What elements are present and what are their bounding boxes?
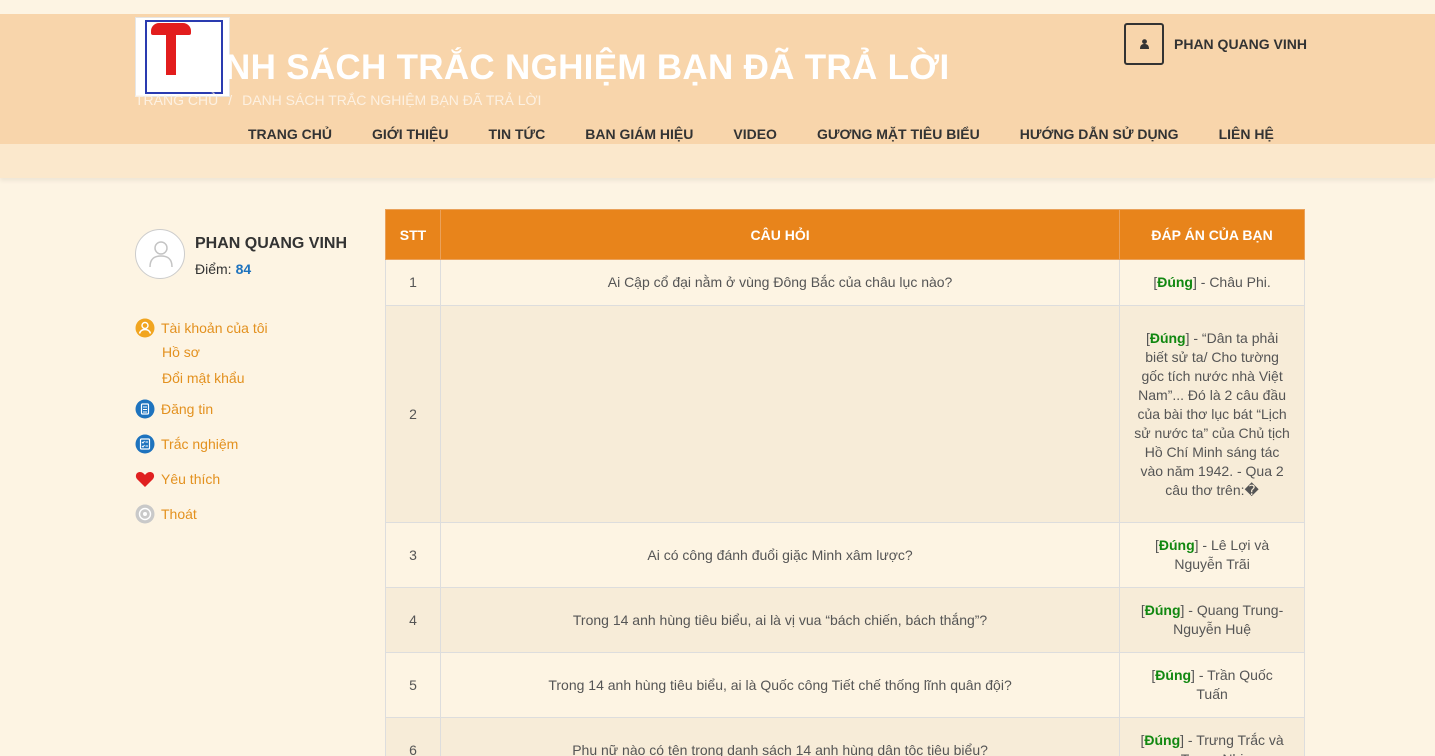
cell-answer: [Đúng] - Trưng Trắc và Trưng Nhị <box>1119 717 1305 756</box>
nav-item-guide[interactable]: HƯỚNG DẪN SỬ DỤNG <box>1020 126 1179 142</box>
avatar-icon <box>149 241 173 267</box>
cell-question: Phụ nữ nào có tên trong danh sách 14 anh… <box>439 717 1121 756</box>
sidebar-user-name: PHAN QUANG VINH <box>195 235 348 252</box>
header: NH SÁCH TRẮC NGHIỆM BẠN ĐÃ TRẢ LỜI TRANG… <box>0 14 1435 144</box>
answer-text: - Trần Quốc Tuấn <box>1194 667 1273 702</box>
cell-stt: 6 <box>385 717 441 756</box>
quiz-answers-table: STT CÂU HỎI ĐÁP ÁN CỦA BẠN 1 Ai Cập cổ đ… <box>385 209 1305 756</box>
header-sub-band <box>0 144 1435 178</box>
sidebar-item-post-label: Đăng tin <box>161 401 214 417</box>
table-row: 5 Trong 14 anh hùng tiêu biểu, ai là Quố… <box>385 652 1305 718</box>
cell-answer: [Đúng] - Trần Quốc Tuấn <box>1119 652 1305 718</box>
sidebar-score: Điểm: 84 <box>195 261 251 277</box>
table-row: 6 Phụ nữ nào có tên trong danh sách 14 a… <box>385 717 1305 756</box>
cell-stt: 5 <box>385 652 441 718</box>
column-header-answer: ĐÁP ÁN CỦA BẠN <box>1119 209 1305 260</box>
table-row: 1 Ai Cập cổ đại nằm ở vùng Đông Bắc của … <box>385 259 1305 306</box>
cell-stt: 3 <box>385 522 441 588</box>
cell-answer: [Đúng] - Lê Lợi và Nguyễn Trãi <box>1119 522 1305 588</box>
cell-stt: 1 <box>385 259 441 306</box>
cell-question: Ai Cập cổ đại nằm ở vùng Đông Bắc của ch… <box>439 259 1121 306</box>
answer-text: - Quang Trung- Nguyễn Huệ <box>1173 602 1284 637</box>
correct-label: Đúng <box>1157 274 1193 290</box>
cell-stt: 2 <box>385 305 441 523</box>
correct-label: Đúng <box>1149 329 1186 346</box>
table-row: 3 Ai có công đánh đuổi giặc Minh xâm lượ… <box>385 522 1305 588</box>
nav-item-about[interactable]: GIỚI THIỆU <box>372 126 449 142</box>
sidebar-item-favorites-label: Yêu thích <box>161 471 221 487</box>
column-header-stt: STT <box>385 209 441 260</box>
heart-icon <box>135 471 155 487</box>
post-icon <box>135 399 155 419</box>
cell-answer: [Đúng] - Quang Trung- Nguyễn Huệ <box>1119 587 1305 653</box>
nav-item-news[interactable]: TIN TỨC <box>489 126 546 142</box>
top-strip <box>0 0 1435 14</box>
cell-answer: [Đúng] - Châu Phi. <box>1119 259 1305 306</box>
breadcrumb-current: DANH SÁCH TRẮC NGHIỆM BẠN ĐÃ TRẢ LỜI <box>242 92 542 108</box>
logout-icon <box>135 504 155 524</box>
breadcrumb-separator: / <box>228 92 233 108</box>
page-title: NH SÁCH TRẮC NGHIỆM BẠN ĐÃ TRẢ LỜI <box>225 48 950 87</box>
table-row: 4 Trong 14 anh hùng tiêu biểu, ai là vị … <box>385 587 1305 653</box>
correct-label: Đúng <box>1144 732 1181 748</box>
avatar[interactable] <box>135 229 185 279</box>
sidebar-item-profile[interactable]: Hồ sơ <box>162 344 200 360</box>
correct-label: Đúng <box>1158 537 1195 553</box>
nav-item-video[interactable]: VIDEO <box>733 126 777 142</box>
table-header-row: STT CÂU HỎI ĐÁP ÁN CỦA BẠN <box>385 209 1305 260</box>
school-logo[interactable] <box>135 17 230 97</box>
user-name[interactable]: PHAN QUANG VINH <box>1174 36 1307 52</box>
cell-question <box>439 305 1121 523</box>
score-label: Điểm: <box>195 261 232 277</box>
cell-question: Trong 14 anh hùng tiêu biểu, ai là Quốc … <box>439 652 1121 718</box>
user-icon <box>1140 39 1149 49</box>
cell-question: Ai có công đánh đuổi giặc Minh xâm lược? <box>439 522 1121 588</box>
answer-text: - Trưng Trắc và Trưng Nhị <box>1181 732 1284 756</box>
nav-item-contact[interactable]: LIÊN HỆ <box>1219 126 1274 142</box>
sidebar-item-change-password[interactable]: Đổi mật khẩu <box>162 370 244 386</box>
answer-text: - “Dân ta phải biết sử ta/ Cho tường gốc… <box>1134 329 1290 498</box>
cell-stt: 4 <box>385 587 441 653</box>
account-icon <box>135 318 155 338</box>
correct-label: Đúng <box>1144 602 1181 618</box>
score-value: 84 <box>235 261 252 277</box>
breadcrumb: TRANG CHỦ / DANH SÁCH TRẮC NGHIỆM BẠN ĐÃ T… <box>135 92 541 108</box>
column-header-question: CÂU HỎI <box>439 209 1121 260</box>
nav-item-featured[interactable]: GƯƠNG MẶT TIÊU BIỂU <box>817 126 980 142</box>
quiz-icon <box>135 434 155 454</box>
sidebar-item-logout-label: Thoát <box>161 506 197 522</box>
nav-item-board[interactable]: BAN GIÁM HIỆU <box>585 126 693 142</box>
answer-text: - Châu Phi. <box>1196 274 1271 290</box>
nav-item-home[interactable]: TRANG CHỦ <box>248 126 332 142</box>
sidebar-item-quiz-label: Trắc nghiệm <box>161 436 239 452</box>
sidebar-item-account-label: Tài khoản của tôi <box>161 320 268 336</box>
table-row: 2 [Đúng] - “Dân ta phải biết sử ta/ Cho … <box>385 305 1305 523</box>
breadcrumb-home[interactable]: TRANG CHỦ <box>135 92 218 108</box>
correct-label: Đúng <box>1155 667 1192 683</box>
user-menu-button[interactable] <box>1124 23 1164 65</box>
main-nav: TRANG CHỦ GIỚI THIỆU TIN TỨC BAN GIÁM HIỆU V… <box>228 126 1294 146</box>
cell-answer: [Đúng] - “Dân ta phải biết sử ta/ Cho tư… <box>1119 305 1305 523</box>
cell-question: Trong 14 anh hùng tiêu biểu, ai là vị vu… <box>439 587 1121 653</box>
logo-torch <box>166 33 176 75</box>
